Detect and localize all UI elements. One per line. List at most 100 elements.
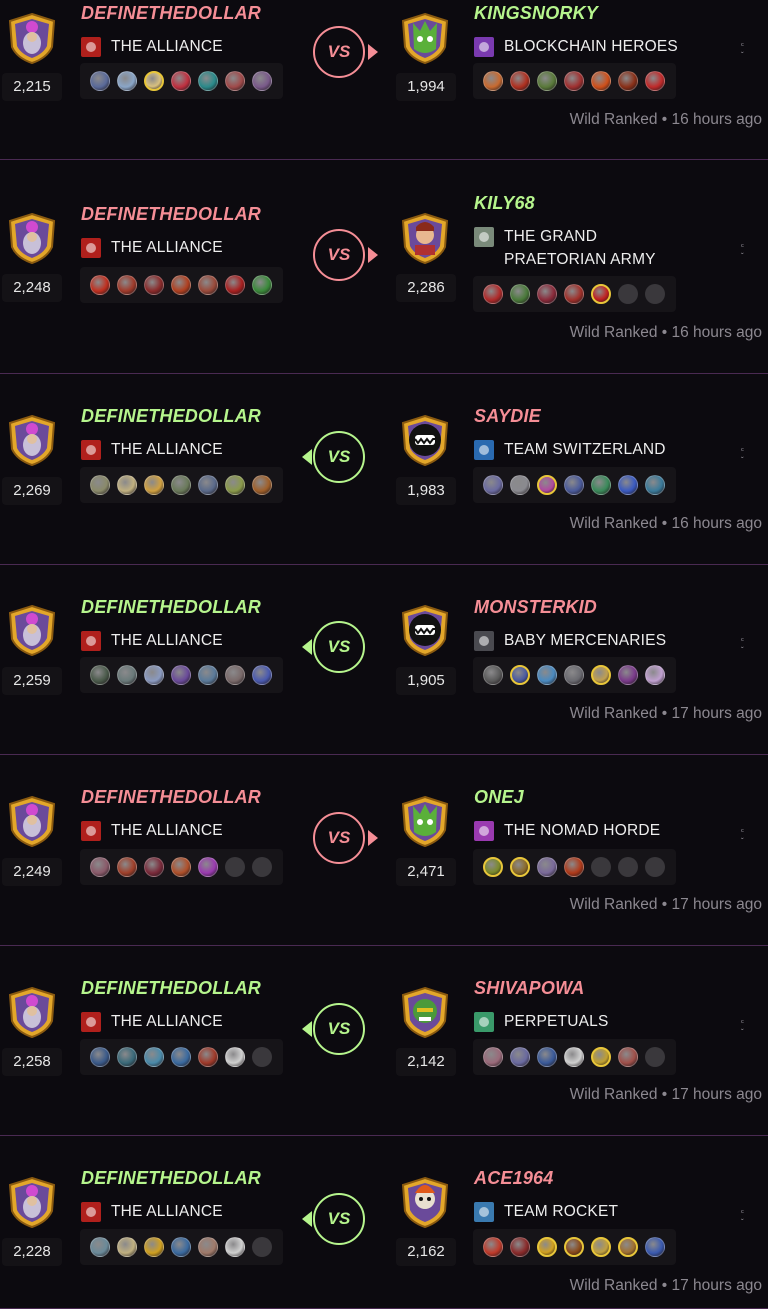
card-icon[interactable]	[198, 857, 218, 877]
card-icon[interactable]	[171, 475, 191, 495]
card-icon[interactable]	[171, 1047, 191, 1067]
battle-row[interactable]: 2,259 DEFINETHEDOLLAR THE ALLIANCE 1,905 MON…	[0, 566, 768, 755]
player-name[interactable]: DEFINETHEDOLLAR	[81, 406, 261, 427]
card-icon[interactable]	[225, 665, 245, 685]
left-player[interactable]: 2,259 DEFINETHEDOLLAR THE ALLIANCE	[0, 566, 300, 706]
card-icon[interactable]	[618, 475, 638, 495]
card-icon[interactable]	[171, 665, 191, 685]
right-player[interactable]: 2,286 KILY68 THE GRAND PRAETORIAN ARMY	[394, 162, 694, 312]
card-icon[interactable]	[117, 71, 137, 91]
card-icon[interactable]	[537, 475, 557, 495]
card-icon[interactable]	[144, 275, 164, 295]
guild[interactable]: BLOCKCHAIN HEROES	[474, 37, 678, 58]
player-avatar[interactable]	[5, 413, 59, 467]
player-avatar[interactable]	[398, 413, 452, 467]
card-icon[interactable]	[645, 665, 665, 685]
card-icon[interactable]	[198, 1047, 218, 1067]
card-icon[interactable]	[252, 665, 272, 685]
card-icon[interactable]	[564, 284, 584, 304]
card-icon[interactable]	[510, 71, 530, 91]
card-icon[interactable]	[564, 1047, 584, 1067]
player-avatar[interactable]	[5, 794, 59, 848]
card-icon[interactable]	[618, 1237, 638, 1257]
right-player[interactable]: 1,905 MONSTERKID BABY MERCENARIES	[394, 566, 694, 706]
battle-row[interactable]: 2,228 DEFINETHEDOLLAR THE ALLIANCE 2,162 ACE…	[0, 1137, 768, 1309]
card-icon[interactable]	[483, 1047, 503, 1067]
player-avatar[interactable]	[5, 603, 59, 657]
card-icon[interactable]	[144, 857, 164, 877]
right-player[interactable]: 1,983 SAYDIE TEAM SWITZERLAND	[394, 375, 694, 515]
left-player[interactable]: 2,269 DEFINETHEDOLLAR THE ALLIANCE	[0, 375, 300, 515]
player-name[interactable]: DEFINETHEDOLLAR	[81, 3, 261, 24]
card-icon[interactable]	[171, 71, 191, 91]
card-icon[interactable]	[510, 1237, 530, 1257]
player-name[interactable]: KILY68	[474, 193, 535, 214]
player-avatar[interactable]	[5, 11, 59, 65]
card-icon[interactable]	[171, 857, 191, 877]
card-icon[interactable]	[537, 665, 557, 685]
card-icon[interactable]	[117, 275, 137, 295]
card-icon[interactable]	[510, 475, 530, 495]
card-icon[interactable]	[144, 1047, 164, 1067]
player-name[interactable]: DEFINETHEDOLLAR	[81, 597, 261, 618]
card-icon[interactable]	[510, 284, 530, 304]
card-icon[interactable]	[591, 71, 611, 91]
battle-row[interactable]: 2,269 DEFINETHEDOLLAR THE ALLIANCE 1,983 SAY…	[0, 375, 768, 565]
guild[interactable]: THE GRAND PRAETORIAN ARMY	[474, 227, 656, 271]
more-options-icon[interactable]: ᶜˇ	[741, 41, 744, 61]
card-icon[interactable]	[225, 1047, 245, 1067]
left-player[interactable]: 2,249 DEFINETHEDOLLAR THE ALLIANCE	[0, 756, 300, 896]
left-player[interactable]: 2,228 DEFINETHEDOLLAR THE ALLIANCE	[0, 1137, 300, 1277]
player-name[interactable]: DEFINETHEDOLLAR	[81, 787, 261, 808]
more-options-icon[interactable]: ᶜˇ	[741, 636, 744, 656]
card-icon[interactable]	[198, 1237, 218, 1257]
card-icon[interactable]	[564, 71, 584, 91]
player-name[interactable]: DEFINETHEDOLLAR	[81, 978, 261, 999]
card-icon[interactable]	[198, 475, 218, 495]
card-icon[interactable]	[252, 275, 272, 295]
card-icon[interactable]	[591, 475, 611, 495]
guild[interactable]: THE ALLIANCE	[81, 440, 223, 461]
card-icon[interactable]	[645, 71, 665, 91]
guild[interactable]: THE ALLIANCE	[81, 37, 223, 58]
player-name[interactable]: SHIVAPOWA	[474, 978, 584, 999]
card-icon[interactable]	[537, 857, 557, 877]
guild[interactable]: TEAM SWITZERLAND	[474, 440, 666, 461]
card-icon[interactable]	[510, 665, 530, 685]
card-icon[interactable]	[225, 1237, 245, 1257]
card-icon[interactable]	[618, 1047, 638, 1067]
card-icon[interactable]	[90, 71, 110, 91]
left-player[interactable]: 2,215 DEFINETHEDOLLAR THE ALLIANCE	[0, 0, 300, 140]
card-icon[interactable]	[564, 475, 584, 495]
card-icon[interactable]	[591, 665, 611, 685]
guild[interactable]: THE NOMAD HORDE	[474, 821, 660, 842]
guild[interactable]: PERPETUALS	[474, 1012, 609, 1033]
card-icon[interactable]	[510, 1047, 530, 1067]
card-icon[interactable]	[117, 665, 137, 685]
card-icon[interactable]	[252, 475, 272, 495]
more-options-icon[interactable]: ᶜˇ	[741, 446, 744, 466]
more-options-icon[interactable]: ᶜˇ	[741, 1208, 744, 1228]
card-icon[interactable]	[90, 475, 110, 495]
guild[interactable]: BABY MERCENARIES	[474, 631, 666, 652]
card-icon[interactable]	[117, 1237, 137, 1257]
player-avatar[interactable]	[398, 794, 452, 848]
card-icon[interactable]	[645, 1237, 665, 1257]
player-avatar[interactable]	[398, 985, 452, 1039]
guild[interactable]: THE ALLIANCE	[81, 631, 223, 652]
player-name[interactable]: KINGSNORKY	[474, 3, 598, 24]
left-player[interactable]: 2,258 DEFINETHEDOLLAR THE ALLIANCE	[0, 947, 300, 1087]
card-icon[interactable]	[564, 665, 584, 685]
card-icon[interactable]	[171, 1237, 191, 1257]
card-icon[interactable]	[483, 284, 503, 304]
player-avatar[interactable]	[5, 1175, 59, 1229]
card-icon[interactable]	[591, 1237, 611, 1257]
more-options-icon[interactable]: ᶜˇ	[741, 1018, 744, 1038]
player-avatar[interactable]	[5, 985, 59, 1039]
card-icon[interactable]	[90, 857, 110, 877]
guild[interactable]: THE ALLIANCE	[81, 238, 223, 259]
card-icon[interactable]	[591, 284, 611, 304]
card-icon[interactable]	[537, 1047, 557, 1067]
card-icon[interactable]	[90, 665, 110, 685]
card-icon[interactable]	[252, 71, 272, 91]
